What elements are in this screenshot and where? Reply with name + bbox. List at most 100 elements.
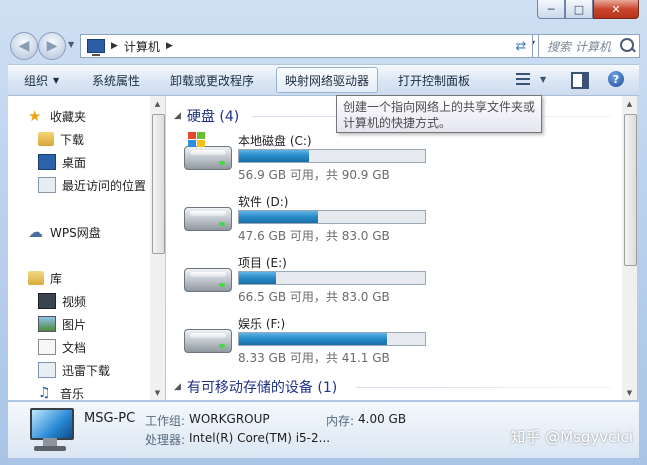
drive-usage-fill <box>239 333 388 345</box>
breadcrumb-chevron-icon[interactable]: ▶ <box>111 41 118 51</box>
sidebar-item-label: 库 <box>50 271 63 286</box>
drive-name: 项目 (E:) <box>238 256 287 270</box>
uninstall-program-label: 卸载或更改程序 <box>170 73 255 88</box>
drive-free-space: 8.33 GB 可用，共 41.1 GB <box>238 351 390 365</box>
back-button[interactable]: ◀ <box>10 32 38 60</box>
drive-item[interactable]: 项目 (E:) 66.5 GB 可用，共 83.0 GB <box>184 254 444 306</box>
navigation-pane: ★ 收藏夹 下载 桌面 最近访问的位置 ☁ WPS网盘 库 视频 图片 文档 迅… <box>8 96 152 403</box>
sidebar-item-label: WPS网盘 <box>50 225 101 240</box>
drive-item[interactable]: 软件 (D:) 47.6 GB 可用，共 83.0 GB <box>184 193 444 245</box>
forward-button[interactable]: ▶ <box>38 32 66 60</box>
drive-usage-bar <box>238 210 426 224</box>
breadcrumb-computer[interactable]: 计算机 <box>124 38 160 55</box>
computer-name: MSG-PC <box>84 411 136 426</box>
scroll-up-icon[interactable]: ▲ <box>622 96 637 111</box>
content-pane-scrollbar[interactable]: ▲ ▼ <box>622 96 637 400</box>
scrollbar-thumb[interactable] <box>152 114 165 254</box>
caption-buttons: ─ □ ✕ <box>537 0 639 19</box>
back-arrow-icon: ◀ <box>18 38 30 54</box>
open-control-panel-label: 打开控制面板 <box>398 73 471 88</box>
scroll-up-icon[interactable]: ▲ <box>150 96 165 111</box>
recent-pages-dropdown[interactable]: ▼ <box>68 40 74 49</box>
sidebar-item-label: 最近访问的位置 <box>62 178 147 193</box>
sidebar-item-label: 桌面 <box>62 155 87 170</box>
search-placeholder: 搜索 计算机 <box>547 39 611 54</box>
sidebar-item-label: 图片 <box>62 317 87 332</box>
open-control-panel-button[interactable]: 打开控制面板 <box>390 65 478 95</box>
search-input[interactable]: 搜索 计算机 <box>538 34 640 58</box>
navigation-pane-scrollbar[interactable]: ▲ ▼ <box>150 96 165 400</box>
collapse-icon[interactable]: ◢ <box>174 382 181 392</box>
map-network-drive-tooltip: 创建一个指向网络上的共享文件夹或计算机的快捷方式。 <box>336 95 542 133</box>
content-pane: ◢ 硬盘 (4) 本地磁盘 (C:) 56.9 GB 可用，共 90.9 GB 软件… <box>166 96 622 400</box>
sidebar-item-label: 文档 <box>62 340 87 355</box>
drive-name: 娱乐 (F:) <box>238 317 286 331</box>
sidebar-item-favorites[interactable]: ★ 收藏夹 <box>28 106 86 126</box>
drive-usage-fill <box>239 150 309 162</box>
memory-value: 4.00 GB <box>358 412 407 426</box>
system-properties-button[interactable]: 系统属性 <box>84 65 148 95</box>
drive-name: 本地磁盘 (C:) <box>238 134 312 148</box>
hard-drive-icon <box>184 268 232 292</box>
star-icon: ★ <box>28 107 42 125</box>
watermark: 知乎 @Msgyvcici <box>510 428 633 446</box>
uninstall-program-button[interactable]: 卸载或更改程序 <box>162 65 262 95</box>
drive-free-space: 66.5 GB 可用，共 83.0 GB <box>238 290 390 304</box>
drive-item[interactable]: 本地磁盘 (C:) 56.9 GB 可用，共 90.9 GB <box>184 132 444 184</box>
navigation-bar: ◀ ▶ ▼ ▶ 计算机 ▶ ▼ ⇄ 搜索 计算机 <box>10 32 640 60</box>
change-view-icon[interactable] <box>516 71 532 87</box>
drive-free-space: 47.6 GB 可用，共 83.0 GB <box>238 229 390 243</box>
sidebar-item-xunlei-downloads[interactable]: 迅雷下载 <box>38 360 110 380</box>
organize-button[interactable]: 组织 ▼ <box>16 65 67 95</box>
close-button[interactable]: ✕ <box>593 0 639 19</box>
sidebar-item-videos[interactable]: 视频 <box>38 291 86 311</box>
sidebar-item-libraries[interactable]: 库 <box>28 268 62 288</box>
drive-free-space: 56.9 GB 可用，共 90.9 GB <box>238 168 390 182</box>
preview-pane-icon[interactable] <box>571 72 589 89</box>
sidebar-item-label: 收藏夹 <box>50 109 87 124</box>
sidebar-item-music[interactable]: ♫ 音乐 <box>38 383 84 403</box>
sidebar-item-wps[interactable]: ☁ WPS网盘 <box>28 222 101 242</box>
sidebar-item-downloads[interactable]: 下载 <box>38 129 84 149</box>
removable-group-header[interactable]: ◢ 有可移动存储的设备 (1) <box>174 377 337 397</box>
hard-drive-icon <box>184 207 232 231</box>
sidebar-item-pictures[interactable]: 图片 <box>38 314 86 334</box>
group-header-label: 硬盘 (4) <box>186 109 240 125</box>
computer-icon <box>87 39 105 56</box>
sidebar-item-documents[interactable]: 文档 <box>38 337 86 357</box>
minimize-button[interactable]: ─ <box>537 0 565 19</box>
workgroup-label: 工作组: <box>145 414 186 428</box>
scroll-down-icon[interactable]: ▼ <box>622 385 637 400</box>
search-icon[interactable] <box>620 38 634 52</box>
processor-value: Intel(R) Core(TM) i5-2... <box>189 431 331 445</box>
help-icon[interactable]: ? <box>608 71 624 87</box>
computer-monitor-icon <box>26 408 74 452</box>
organize-label: 组织 <box>24 73 49 88</box>
documents-icon <box>38 339 56 355</box>
pictures-icon <box>38 316 56 332</box>
command-bar: 组织 ▼ 系统属性 卸载或更改程序 映射网络驱动器 打开控制面板 ▼ ? <box>8 64 639 96</box>
address-bar[interactable]: ▶ 计算机 ▶ ▼ <box>80 34 542 58</box>
collapse-icon[interactable]: ◢ <box>174 111 181 121</box>
drive-item[interactable]: 娱乐 (F:) 8.33 GB 可用，共 41.1 GB <box>184 315 444 367</box>
drive-usage-fill <box>239 272 276 284</box>
map-network-drive-button[interactable]: 映射网络驱动器 <box>276 67 379 93</box>
refresh-button[interactable]: ⇄ <box>510 34 533 58</box>
sidebar-item-label: 下载 <box>60 132 85 147</box>
scroll-down-icon[interactable]: ▼ <box>150 385 165 400</box>
sidebar-item-label: 视频 <box>62 294 87 309</box>
hard-disks-group-header[interactable]: ◢ 硬盘 (4) <box>174 106 239 126</box>
library-icon <box>28 271 44 285</box>
sidebar-item-desktop[interactable]: 桌面 <box>38 152 86 172</box>
scrollbar-thumb[interactable] <box>624 114 637 266</box>
sidebar-item-recent-places[interactable]: 最近访问的位置 <box>38 175 146 195</box>
windows-logo-icon <box>188 132 206 148</box>
music-icon: ♫ <box>38 385 51 401</box>
drive-usage-bar <box>238 149 426 163</box>
breadcrumb-chevron-icon[interactable]: ▶ <box>166 41 173 51</box>
system-properties-label: 系统属性 <box>92 73 141 88</box>
maximize-button[interactable]: □ <box>565 0 593 19</box>
view-dropdown-icon[interactable]: ▼ <box>540 75 546 84</box>
memory-label: 内存: <box>326 414 355 428</box>
dropdown-arrow-icon: ▼ <box>53 75 60 85</box>
